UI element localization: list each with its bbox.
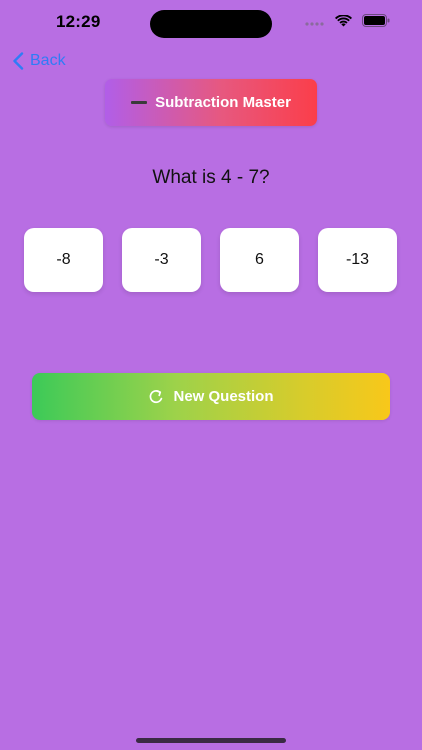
question-text: What is 4 - 7?: [152, 167, 270, 188]
new-question-label: New Question: [173, 388, 274, 405]
answer-option-2[interactable]: -3: [122, 228, 201, 292]
status-time: 12:29: [56, 12, 101, 31]
title-badge: Subtraction Master: [105, 79, 317, 126]
wifi-icon: [335, 14, 352, 26]
status-bar: 12:29: [0, 0, 422, 46]
answer-option-1[interactable]: -8: [24, 228, 103, 292]
battery-icon: [362, 14, 390, 27]
back-label: Back: [30, 52, 66, 69]
home-indicator[interactable]: [136, 738, 286, 743]
new-question-button[interactable]: New Question: [32, 373, 390, 420]
answer-options: -8 -3 6 -13: [24, 228, 398, 293]
back-button[interactable]: Back: [12, 52, 66, 70]
status-icons: [305, 14, 390, 27]
minus-icon: [131, 101, 148, 104]
answer-option-4[interactable]: -13: [318, 228, 397, 292]
answer-option-3[interactable]: 6: [220, 228, 299, 292]
refresh-icon: [150, 390, 163, 404]
dynamic-island: [150, 10, 272, 38]
chevron-left-icon: [13, 52, 24, 70]
page-title: Subtraction Master: [155, 94, 291, 111]
signal-icon: [305, 21, 324, 26]
